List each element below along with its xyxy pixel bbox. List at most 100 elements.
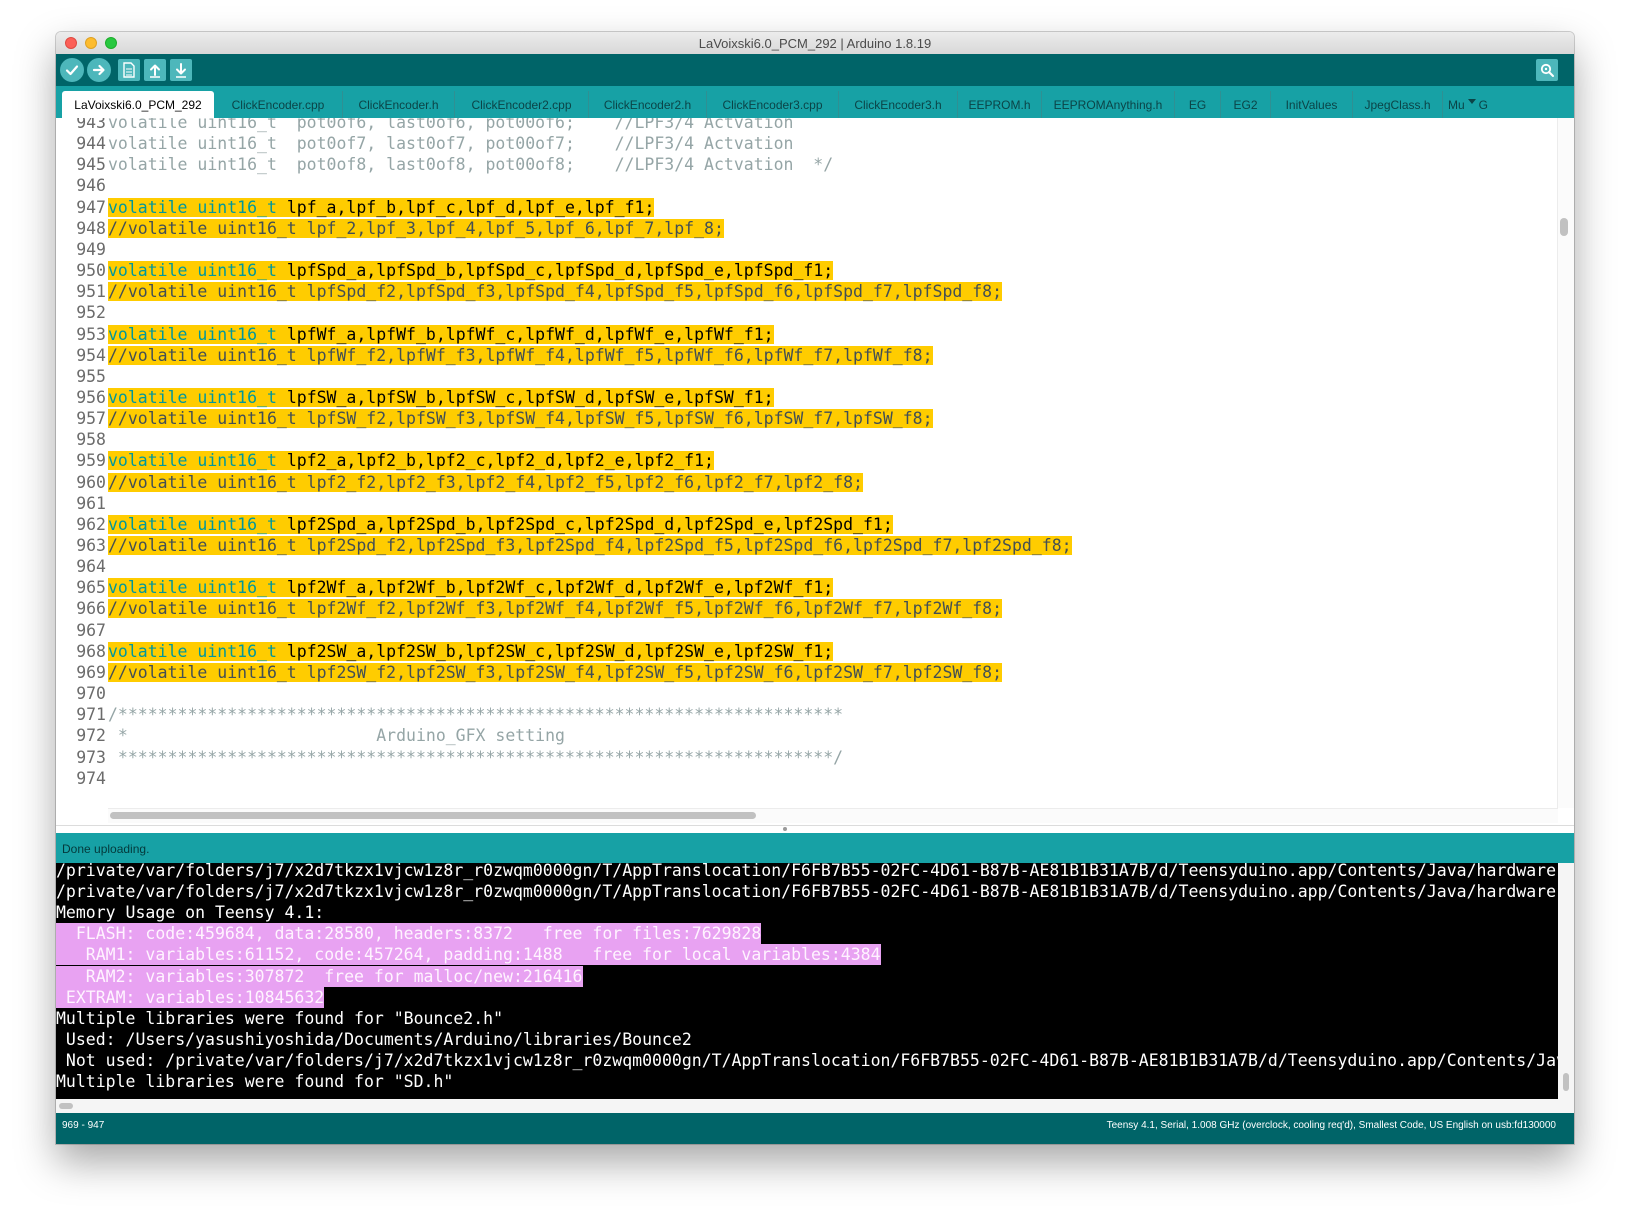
keyword-token: volatile uint16_t [108, 387, 277, 407]
arrow-up-icon [150, 64, 160, 78]
code-line-text: //volatile uint16_t lpf2SW_f2,lpf2SW_f3,… [108, 662, 1003, 682]
upload-button[interactable] [87, 58, 111, 82]
memory-usage-line: FLASH: code:459684, data:28580, headers:… [56, 923, 762, 945]
line-number: 954 [76, 345, 106, 365]
line-number-info: 969 - 947 [62, 1120, 105, 1131]
tab-eepromanything-h[interactable]: EEPROMAnything.h [1042, 91, 1175, 118]
comment-token: volatile uint16_t pot0of8, last0of8, pot… [108, 155, 834, 175]
tab-clickencoder2-h[interactable]: ClickEncoder2.h [589, 91, 707, 118]
new-sketch-button[interactable] [118, 59, 140, 81]
tab-jpegclass-h[interactable]: JpegClass.h [1353, 91, 1443, 118]
tab-clickencoder3-h[interactable]: ClickEncoder3.h [839, 91, 958, 118]
tab-clickencoder-h[interactable]: ClickEncoder.h [343, 91, 455, 118]
new-file-icon [123, 62, 135, 78]
code-line[interactable]: //volatile uint16_t lpf2Wf_f2,lpf2Wf_f3,… [108, 598, 1003, 620]
code-line[interactable]: volatile uint16_t lpfSW_a,lpfSW_b,lpfSW_… [108, 387, 774, 409]
serial-monitor-button[interactable] [1536, 59, 1558, 81]
code-line-text: volatile uint16_t lpf_a,lpf_b,lpf_c,lpf_… [108, 197, 655, 217]
code-line-text: //volatile uint16_t lpfSW_f2,lpfSW_f3,lp… [108, 409, 933, 429]
line-number: 943 [76, 118, 106, 132]
code-line[interactable]: ****************************************… [108, 747, 843, 769]
code-line[interactable]: //volatile uint16_t lpf2Spd_f2,lpf2Spd_f… [108, 535, 1072, 557]
tab-mu[interactable]: Mu G [1443, 91, 1493, 118]
code-line-text: volatile uint16_t lpf2_a,lpf2_b,lpf2_c,l… [108, 451, 714, 471]
tab-initvalues[interactable]: InitValues [1271, 91, 1353, 118]
code-line-text: //volatile uint16_t lpf2_f2,lpf2_f3,lpf2… [108, 472, 863, 492]
code-line[interactable]: * Arduino_GFX setting [108, 725, 565, 747]
console-horizontal-scrollbar[interactable] [59, 1103, 73, 1109]
arduino-ide-window: LaVoixski6.0_PCM_292 | Arduino 1.8.19 La… [56, 32, 1574, 1144]
line-number: 952 [76, 303, 106, 323]
tab-clickencoder3-cpp[interactable]: ClickEncoder3.cpp [707, 91, 839, 118]
line-number: 955 [76, 366, 106, 386]
console-vertical-scrollbar[interactable] [1563, 1073, 1569, 1091]
code-line[interactable]: volatile uint16_t pot0of8, last0of8, pot… [108, 154, 833, 176]
code-editor[interactable]: 943 volatile uint16_t pot0of6, last0of6, … [56, 118, 1574, 825]
code-line[interactable]: //volatile uint16_t lpfWf_f2,lpfWf_f3,lp… [108, 345, 933, 367]
line-number: 961 [76, 493, 106, 513]
code-token: lpf2Spd_a,lpf2Spd_b,lpf2Spd_c,lpf2Spd_d,… [276, 514, 893, 534]
tab-clickencoder-cpp[interactable]: ClickEncoder.cpp [214, 91, 343, 118]
save-sketch-button[interactable] [170, 59, 192, 81]
code-line[interactable]: //volatile uint16_t lpfSW_f2,lpfSW_f3,lp… [108, 408, 933, 430]
editor-horizontal-scrollbar[interactable] [110, 812, 756, 819]
line-number: 962 [76, 514, 106, 534]
code-token: lpfSpd_a,lpfSpd_b,lpfSpd_c,lpfSpd_d,lpfS… [276, 261, 834, 281]
code-line[interactable]: volatile uint16_t lpf2Wf_a,lpf2Wf_b,lpf2… [108, 577, 834, 599]
line-number: 948 [76, 218, 106, 238]
comment-token: * Arduino_GFX setting [108, 726, 565, 746]
code-line[interactable]: //volatile uint16_t lpf2SW_f2,lpf2SW_f3,… [108, 662, 1003, 684]
code-line[interactable]: volatile uint16_t pot0of7, last0of7, pot… [108, 133, 793, 155]
comment-token: ****************************************… [108, 747, 844, 767]
code-line[interactable]: //volatile uint16_t lpf2_f2,lpf2_f3,lpf2… [108, 472, 863, 494]
divider-handle[interactable] [783, 827, 787, 831]
code-line[interactable]: volatile uint16_t lpfWf_a,lpfWf_b,lpfWf_… [108, 324, 774, 346]
line-number: 964 [76, 557, 106, 577]
code-line-text: volatile uint16_t lpfSW_a,lpfSW_b,lpfSW_… [108, 387, 774, 407]
code-line[interactable]: //volatile uint16_t lpf_2,lpf_3,lpf_4,lp… [108, 218, 724, 240]
tab-lavoixski[interactable]: LaVoixski6.0_PCM_292 [62, 91, 214, 118]
console-line: Multiple libraries were found for "SD.h" [56, 1072, 454, 1091]
chevron-down-icon[interactable] [1467, 97, 1477, 107]
console-vertical-scrollbar-track[interactable] [1558, 863, 1574, 1099]
code-line[interactable]: volatile uint16_t lpf_a,lpf_b,lpf_c,lpf_… [108, 197, 655, 219]
line-number: 957 [76, 409, 106, 429]
line-number: 965 [76, 578, 106, 598]
code-line-text: volatile uint16_t pot0of8, last0of8, pot… [108, 155, 833, 174]
status-bar: Done uploading. [56, 833, 1574, 863]
keyword-token: volatile uint16_t [108, 197, 277, 217]
code-token: lpfSW_a,lpfSW_b,lpfSW_c,lpfSW_d,lpfSW_e,… [276, 387, 774, 407]
comment-token: //volatile uint16_t lpfSW_f2,lpfSW_f3,lp… [108, 409, 933, 429]
code-line-text: //volatile uint16_t lpf2Spd_f2,lpf2Spd_f… [108, 536, 1072, 555]
comment-token: //volatile uint16_t lpf2Wf_f2,lpf2Wf_f3,… [108, 599, 1003, 619]
line-number: 967 [76, 620, 106, 640]
code-line-text: /***************************************… [108, 705, 843, 724]
code-line-text: volatile uint16_t pot0of7, last0of7, pot… [108, 134, 793, 153]
code-line[interactable]: volatile uint16_t lpfSpd_a,lpfSpd_b,lpfS… [108, 260, 834, 282]
code-line[interactable]: volatile uint16_t pot0of6, last0of6, pot… [108, 118, 793, 134]
code-line[interactable]: volatile uint16_t lpf2_a,lpf2_b,lpf2_c,l… [108, 450, 714, 472]
code-line[interactable]: volatile uint16_t lpf2Spd_a,lpf2Spd_b,lp… [108, 514, 893, 536]
line-number: 949 [76, 239, 106, 259]
check-icon [65, 65, 79, 76]
tab-eg[interactable]: EG [1175, 91, 1221, 118]
code-line-text: //volatile uint16_t lpf2Wf_f2,lpf2Wf_f3,… [108, 599, 1003, 619]
memory-usage-line: RAM1: variables:61152, code:457264, padd… [56, 944, 881, 966]
open-sketch-button[interactable] [144, 59, 166, 81]
code-line[interactable]: //volatile uint16_t lpfSpd_f2,lpfSpd_f3,… [108, 281, 1003, 303]
code-line-text: * Arduino_GFX setting [108, 726, 565, 745]
board-info[interactable]: Teensy 4.1, Serial, 1.008 GHz (overclock… [1107, 1120, 1556, 1131]
code-token: lpf2_a,lpf2_b,lpf2_c,lpf2_d,lpf2_e,lpf2_… [276, 451, 714, 471]
line-number: 968 [76, 641, 106, 661]
code-line[interactable]: volatile uint16_t lpf2SW_a,lpf2SW_b,lpf2… [108, 641, 834, 663]
console-horizontal-scrollbar-track[interactable] [56, 1099, 1574, 1113]
verify-button[interactable] [60, 58, 84, 82]
tab-eg2[interactable]: EG2 [1221, 91, 1271, 118]
toolbar [56, 54, 1574, 86]
tab-eeprom-h[interactable]: EEPROM.h [958, 91, 1042, 118]
code-line[interactable]: /***************************************… [108, 704, 843, 726]
editor-vertical-scrollbar[interactable] [1560, 218, 1568, 236]
tab-clickencoder2-cpp[interactable]: ClickEncoder2.cpp [455, 91, 589, 118]
console-output[interactable]: Multiple libraries were found for "SD.h"… [56, 863, 1574, 1113]
code-line-text: volatile uint16_t lpf2Wf_a,lpf2Wf_b,lpf2… [108, 578, 834, 598]
